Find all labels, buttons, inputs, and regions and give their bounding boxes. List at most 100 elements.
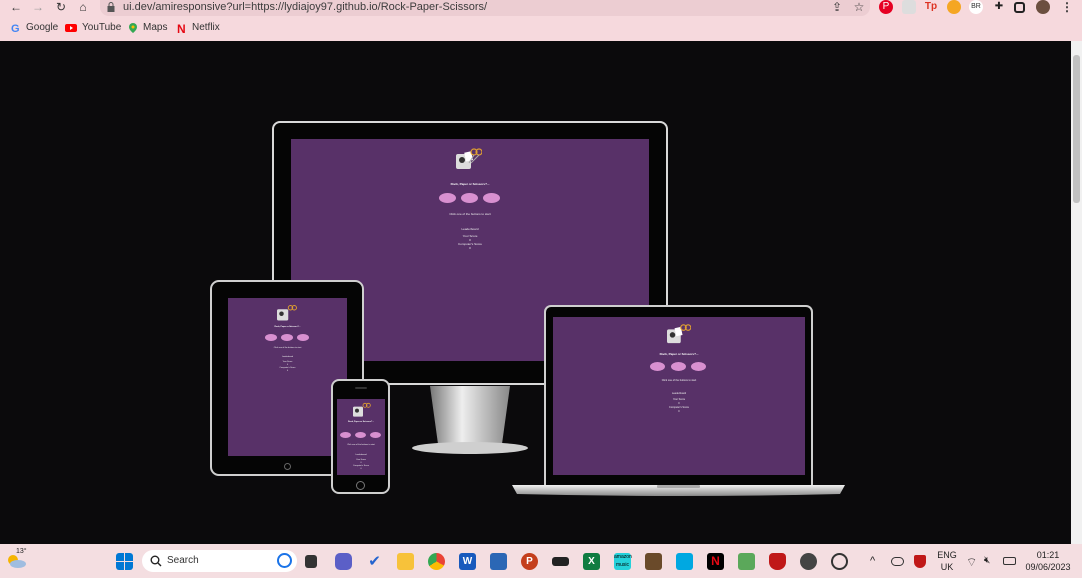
google-icon: G: [11, 23, 20, 34]
file-explorer-icon[interactable]: [397, 553, 414, 570]
share-icon[interactable]: ⇪: [829, 0, 845, 16]
svg-text:N: N: [177, 22, 186, 34]
your-score-value: 0: [360, 462, 362, 464]
extension-icon[interactable]: [902, 0, 916, 14]
menu-dots-icon[interactable]: ⋮: [1059, 0, 1075, 16]
app-heading: Rock, Paper or Scissors?...: [659, 352, 699, 356]
paper-button[interactable]: [281, 334, 293, 341]
onedrive-icon[interactable]: [891, 557, 904, 566]
scissors-button[interactable]: [297, 334, 309, 341]
leaderboard-heading: Leaderboard: [355, 454, 367, 456]
rock-button[interactable]: [265, 334, 277, 341]
computer-score-label: Computer's Score: [669, 406, 689, 409]
phone-screen: Rock, Paper or Scissors?... Click one of…: [337, 399, 385, 475]
photos-icon[interactable]: [738, 553, 755, 570]
netflix-app-icon[interactable]: N: [707, 553, 724, 570]
bookmark-maps[interactable]: Maps: [143, 22, 167, 33]
battery-icon[interactable]: [1003, 557, 1016, 565]
minecraft-icon[interactable]: [645, 553, 662, 570]
rock-button[interactable]: [650, 362, 665, 371]
url-text[interactable]: ui.dev/amiresponsive?url=https://lydiajo…: [123, 1, 487, 13]
svg-text:G: G: [11, 23, 20, 34]
store-icon[interactable]: [490, 553, 507, 570]
prime-video-icon[interactable]: [676, 553, 693, 570]
paper-button[interactable]: [461, 193, 478, 203]
reload-icon[interactable]: ↻: [53, 0, 69, 16]
task-view-icon[interactable]: [305, 555, 317, 568]
volume-muted-icon[interactable]: 🔇︎: [984, 555, 990, 566]
paper-button[interactable]: [355, 432, 366, 438]
sidepanel-icon[interactable]: [1014, 2, 1025, 13]
page-viewport: Rock, Paper or Scissors?... Click one of…: [0, 41, 1071, 544]
computer-score-value: 0: [469, 246, 471, 250]
home-button: [356, 481, 365, 490]
computer-score-label: Computer's Score: [353, 465, 369, 467]
pinterest-icon[interactable]: P: [879, 0, 893, 14]
mcafee-tray-icon[interactable]: [914, 555, 926, 568]
mcafee-icon[interactable]: [769, 553, 786, 570]
clock-time[interactable]: 01:21: [1020, 550, 1076, 560]
forward-arrow-icon[interactable]: →: [30, 0, 46, 16]
bookmark-google[interactable]: Google: [26, 22, 58, 33]
emoji-icon[interactable]: [831, 553, 848, 570]
language-line2[interactable]: UK: [935, 562, 959, 572]
chrome-icon[interactable]: [428, 553, 445, 570]
instruction-text: Click one of the buttons to start: [449, 212, 491, 216]
amazon-music-icon[interactable]: amazon music: [614, 553, 632, 570]
maps-icon: [129, 23, 137, 33]
powerpoint-icon[interactable]: P: [521, 553, 538, 570]
rps-logo: [277, 305, 297, 321]
home-icon[interactable]: ⌂: [75, 0, 91, 16]
weather-temperature: 13°: [16, 548, 27, 555]
weather-icon[interactable]: [5, 553, 27, 569]
bing-icon: [277, 553, 292, 568]
star-icon[interactable]: ☆: [851, 0, 867, 16]
leaderboard-heading: Leaderboard: [281, 356, 294, 358]
wifi-icon[interactable]: ⌔: [966, 555, 977, 570]
profile-badge[interactable]: BR: [969, 0, 983, 14]
whatsapp-icon[interactable]: [800, 553, 817, 570]
monitor-stand: [412, 386, 528, 454]
paper-button[interactable]: [671, 362, 686, 371]
grammarly-icon[interactable]: [947, 0, 961, 14]
scissors-button[interactable]: [370, 432, 381, 438]
excel-icon[interactable]: X: [583, 553, 600, 570]
computer-score-value: 0: [360, 468, 362, 470]
clock-date[interactable]: 09/06/2023: [1020, 562, 1076, 572]
bookmark-netflix[interactable]: Netflix: [192, 22, 220, 33]
scrollbar-thumb[interactable]: [1073, 55, 1080, 203]
your-score-label: Your Score: [282, 361, 293, 363]
rps-logo: [456, 148, 482, 169]
your-score-label: Your Score: [672, 398, 686, 401]
language-line1[interactable]: ENG: [935, 550, 959, 560]
scissors-button[interactable]: [691, 362, 706, 371]
bookmark-youtube[interactable]: YouTube: [82, 22, 121, 33]
avatar[interactable]: [1036, 0, 1050, 14]
search-icon: [150, 555, 162, 567]
rock-button[interactable]: [439, 193, 456, 203]
scrollbar[interactable]: [1071, 41, 1082, 544]
todo-icon[interactable]: ✔: [366, 553, 383, 570]
puzzle-icon[interactable]: ✚: [992, 0, 1006, 14]
instruction-text: Click one of the buttons to start: [273, 347, 302, 349]
word-icon[interactable]: W: [459, 553, 476, 570]
windows-start-icon[interactable]: [116, 553, 133, 570]
app-heading: Rock, Paper or Scissors?...: [274, 326, 301, 328]
computer-score-label: Computer's Score: [279, 367, 296, 369]
epic-games-icon[interactable]: [552, 557, 569, 566]
taskbar-search-box[interactable]: Search: [142, 550, 297, 572]
phone-speaker: [355, 387, 367, 389]
home-button: [284, 463, 291, 470]
rock-button[interactable]: [340, 432, 351, 438]
teams-icon[interactable]: [335, 553, 352, 570]
back-arrow-icon[interactable]: ←: [8, 0, 24, 16]
laptop: Rock, Paper or Scissors?... Click one of…: [544, 305, 813, 490]
your-score-value: 0: [678, 402, 680, 405]
tablet-screen: Rock, Paper or Scissors?... Click one of…: [228, 298, 347, 456]
instruction-text: Click one of the buttons to start: [661, 379, 697, 382]
your-score-label: Your Score: [356, 459, 366, 461]
scissors-button[interactable]: [483, 193, 500, 203]
app-heading: Rock, Paper or Scissors?...: [348, 421, 374, 423]
tray-chevron-icon[interactable]: ^: [870, 555, 875, 567]
tp-extension-icon[interactable]: Tp: [924, 0, 938, 14]
